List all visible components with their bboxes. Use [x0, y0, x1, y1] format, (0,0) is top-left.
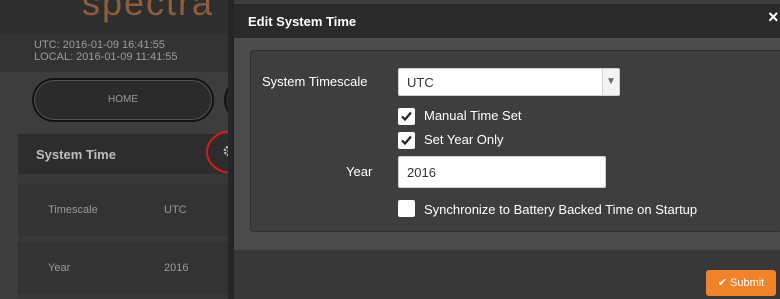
dialog-title: Edit System Time	[248, 14, 357, 29]
chevron-down-icon[interactable]: ▼	[602, 69, 619, 95]
checkmark-icon	[401, 135, 412, 146]
logo: spectra	[82, 0, 215, 23]
manual-time-checkbox[interactable]	[398, 108, 415, 125]
year-label: Year	[346, 164, 373, 179]
row-key: Year	[48, 262, 71, 274]
year-only-label: Set Year Only	[424, 132, 504, 147]
timescale-select[interactable]: UTC ▼	[398, 68, 620, 96]
year-input[interactable]: 2016	[398, 156, 606, 188]
dialog-footer	[234, 250, 780, 299]
timescale-value: UTC	[407, 75, 434, 90]
home-button[interactable]: HOME	[32, 78, 214, 122]
utc-time: UTC: 2016-01-09 16:41:55	[34, 39, 165, 51]
sync-battery-checkbox[interactable]	[398, 200, 415, 217]
checkmark-icon	[401, 111, 412, 122]
edit-system-time-dialog: Edit System Time × System Timescale UTC …	[234, 4, 780, 299]
row-key: Timescale	[48, 204, 98, 216]
logo-bar: spectra	[0, 0, 234, 34]
year-value: 2016	[407, 165, 436, 180]
panel-title: System Time	[36, 147, 116, 162]
row-value: UTC	[164, 204, 187, 216]
manual-time-label: Manual Time Set	[424, 108, 522, 123]
row-value: 2016	[164, 262, 189, 274]
close-icon[interactable]: ×	[768, 8, 779, 26]
submit-button[interactable]: ✔ Submit	[706, 270, 776, 296]
system-time-panel-header: System Time	[18, 134, 234, 174]
table-row: Year 2016	[18, 242, 234, 294]
table-row: Timescale UTC	[18, 184, 234, 236]
dialog-header: Edit System Time ×	[234, 4, 780, 38]
timescale-label: System Timescale	[262, 74, 368, 89]
sync-battery-label: Synchronize to Battery Backed Time on St…	[424, 202, 698, 217]
local-time: LOCAL: 2016-01-09 11:41:55	[34, 51, 178, 63]
clock-readout: UTC: 2016-01-09 16:41:55 LOCAL: 2016-01-…	[0, 34, 234, 72]
year-only-checkbox[interactable]	[398, 132, 415, 149]
